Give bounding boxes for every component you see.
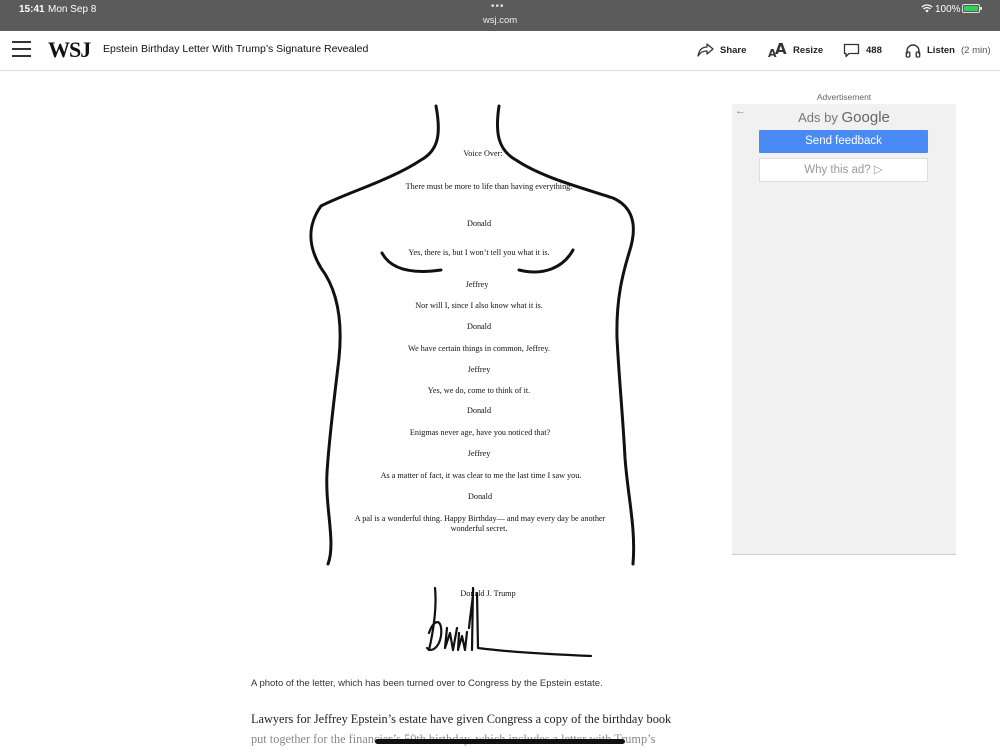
letter-line: Voice Over: [463, 149, 502, 158]
text-size-icon: A A [768, 42, 787, 58]
letter-line: Yes, there is, but I won’t tell you what… [408, 248, 549, 257]
letter-line: Donald [468, 492, 492, 501]
more-dots-icon[interactable]: ••• [491, 1, 505, 12]
share-icon [697, 43, 714, 57]
listen-label: Listen [927, 44, 955, 56]
signature-name: Donald J. Trump [460, 589, 515, 598]
letter-line: Jeffrey [466, 280, 489, 289]
letter-line: Jeffrey [468, 449, 491, 458]
battery-icon [962, 4, 982, 13]
letter-line: Donald [467, 406, 491, 415]
status-time: 15:41 [19, 4, 45, 15]
wifi-icon [921, 4, 933, 13]
url-bar[interactable]: wsj.com [0, 15, 1000, 26]
photo-caption: A photo of the letter, which has been tu… [251, 678, 603, 689]
home-indicator[interactable] [375, 739, 625, 744]
ads-by-google: Ads by Google [732, 109, 956, 126]
letter-line: Yes, we do, come to think of it. [428, 386, 530, 395]
letter-line: Donald [467, 219, 491, 228]
headphones-icon [905, 43, 921, 58]
ad-panel: ← Ads by Google Send feedback Why this a… [732, 104, 956, 555]
google-logo: Google [841, 109, 890, 126]
outline-right [495, 104, 636, 566]
outline-left [309, 104, 440, 566]
ads-by-label: Ads by [798, 110, 838, 125]
comment-count: 488 [866, 44, 882, 56]
wsj-logo[interactable]: WSJ [48, 37, 91, 63]
listen-button[interactable]: Listen (2 min) [905, 41, 991, 59]
signature [425, 586, 593, 658]
status-bar: 15:41 Mon Sep 8 ••• wsj.com 100% [0, 0, 1000, 31]
resize-label: Resize [793, 44, 824, 56]
resize-button[interactable]: A A Resize [768, 41, 823, 59]
advertisement-label: Advertisement [816, 92, 872, 102]
letter-line: We have certain things in common, Jeffre… [408, 344, 550, 353]
article-header: WSJ Epstein Birthday Letter With Trump’s… [0, 31, 1000, 71]
comment-icon [843, 43, 860, 57]
letter-line: Enigmas never age, have you noticed that… [410, 428, 551, 437]
page-title: Epstein Birthday Letter With Trump’s Sig… [103, 43, 369, 55]
listen-duration: (2 min) [960, 44, 991, 56]
letter-line: There must be more to life than having e… [406, 182, 573, 191]
comments-button[interactable]: 488 [843, 41, 882, 59]
letter-drawing: Voice Over: There must be more to life t… [309, 104, 636, 658]
letter-line: wonderful secret. [451, 524, 508, 533]
share-button[interactable]: Share [697, 41, 746, 59]
share-label: Share [720, 44, 747, 56]
send-feedback-button[interactable]: Send feedback [759, 130, 928, 153]
letter-line: Jeffrey [468, 365, 491, 374]
letter-line: Nor will I, since I also know what it is… [415, 301, 543, 310]
battery-percent: 100% [935, 4, 961, 15]
letter-photo: Voice Over: There must be more to life t… [251, 88, 723, 670]
letter-line: Donald [467, 322, 491, 331]
svg-text:A: A [775, 42, 787, 58]
letter-text: Voice Over: There must be more to life t… [355, 149, 606, 598]
letter-line: A pal is a wonderful thing. Happy Birthd… [355, 514, 606, 523]
article-paragraph-line: Lawyers for Jeffrey Epstein’s estate hav… [251, 712, 672, 726]
why-this-ad-button[interactable]: Why this ad? ▷ [759, 158, 928, 182]
status-date: Mon Sep 8 [48, 4, 97, 15]
menu-icon[interactable] [12, 41, 31, 57]
letter-line: As a matter of fact, it was clear to me … [381, 471, 582, 480]
